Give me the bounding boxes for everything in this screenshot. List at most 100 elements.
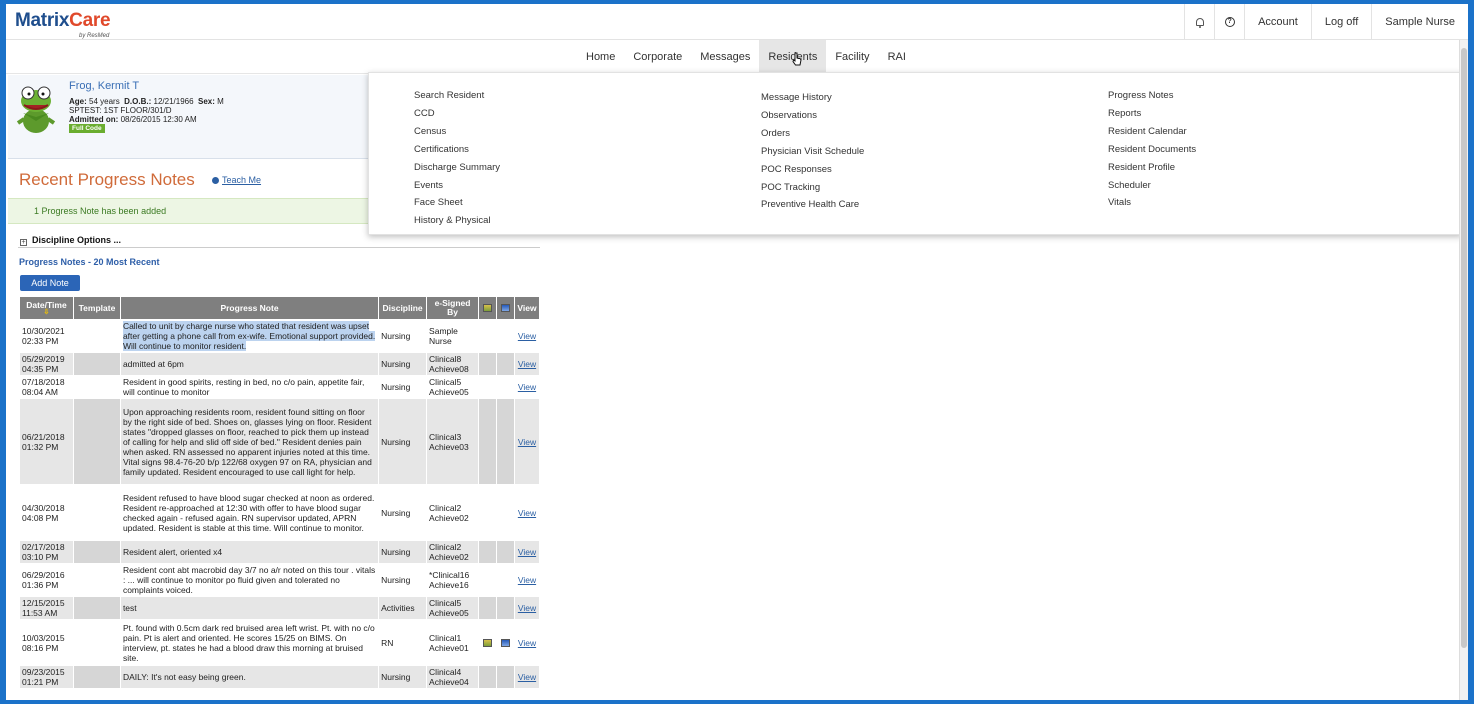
table-row[interactable]: 12/15/2015 11:53 AM test Activities Clinical…: [19, 596, 541, 620]
menu-item-reports[interactable]: Reports: [1108, 108, 1141, 119]
page-title: Recent Progress Notes: [19, 170, 195, 189]
cell-template: [72, 596, 121, 620]
table-row[interactable]: 05/29/2019 04:35 PM admitted at 6pm Nursing…: [19, 352, 541, 376]
menu-item-vitals[interactable]: Vitals: [1108, 197, 1131, 208]
sort-arrow-icon: ⇩: [43, 308, 50, 316]
cell-date: 06/21/2018 01:32 PM: [19, 398, 74, 485]
menu-item-scheduler[interactable]: Scheduler: [1108, 180, 1151, 191]
menu-item-physician-visit-schedule[interactable]: Physician Visit Schedule: [761, 146, 864, 157]
menu-item-resident-profile[interactable]: Resident Profile: [1108, 162, 1175, 173]
nav-tab-corporate[interactable]: Corporate: [624, 40, 691, 74]
col-header-template[interactable]: Template: [72, 296, 121, 320]
view-link[interactable]: View: [518, 331, 536, 341]
view-link[interactable]: View: [518, 382, 536, 392]
menu-item-message-history[interactable]: Message History: [761, 92, 832, 103]
help-icon: ?: [1224, 17, 1235, 27]
logoff-link[interactable]: Log off: [1310, 4, 1371, 40]
progress-notes-table: Date/Time ⇩ Template Progress Note Discip…: [19, 296, 541, 689]
table-row[interactable]: 04/30/2018 04:08 PM Resident refused to ha…: [19, 484, 541, 541]
menu-item-progress-notes[interactable]: Progress Notes: [1108, 90, 1173, 101]
col-header-note[interactable]: Progress Note: [119, 296, 380, 320]
cell-flag-blue: [495, 540, 515, 564]
vertical-scrollbar[interactable]: [1459, 40, 1468, 700]
table-row[interactable]: 06/29/2016 01:36 PM Resident cont abt macr…: [19, 563, 541, 597]
table-row[interactable]: 02/17/2018 03:10 PM Resident alert, orient…: [19, 540, 541, 564]
view-link[interactable]: View: [518, 672, 536, 682]
cell-discipline: Nursing: [378, 665, 428, 689]
menu-item-history-physical[interactable]: History & Physical: [414, 215, 491, 226]
cell-discipline: Activities: [378, 596, 428, 620]
menu-item-poc-tracking[interactable]: POC Tracking: [761, 182, 820, 193]
menu-item-preventive-health-care[interactable]: Preventive Health Care: [761, 199, 859, 210]
table-row[interactable]: 07/18/2018 08:04 AM Resident in good spiri…: [19, 375, 541, 399]
cell-flag-blue: [495, 375, 515, 399]
view-link[interactable]: View: [518, 547, 536, 557]
view-link[interactable]: View: [518, 437, 536, 447]
col-header-signed[interactable]: e-Signed By: [426, 296, 480, 320]
menu-item-face-sheet[interactable]: Face Sheet: [414, 197, 463, 208]
menu-item-poc-responses[interactable]: POC Responses: [761, 164, 832, 175]
teach-me-link[interactable]: Teach Me: [212, 175, 261, 185]
residents-dropdown-menu: Search Resident CCD Census Certifications Di…: [368, 72, 1462, 235]
menu-item-census[interactable]: Census: [414, 126, 446, 137]
menu-item-resident-documents[interactable]: Resident Documents: [1108, 144, 1196, 155]
expand-icon: +: [20, 239, 27, 246]
nav-tab-facility[interactable]: Facility: [826, 40, 878, 74]
matrixcare-logo[interactable]: MatrixCare by ResMed: [15, 10, 111, 39]
cell-template: [72, 375, 121, 399]
cell-signed: Clinical3 Achieve03: [426, 398, 480, 485]
view-link[interactable]: View: [518, 603, 536, 613]
blue-flag-icon[interactable]: [500, 639, 510, 648]
nav-tab-home[interactable]: Home: [577, 40, 624, 74]
cell-template: [72, 484, 121, 541]
resident-name[interactable]: Frog, Kermit T: [69, 80, 139, 92]
cell-template: [72, 319, 121, 353]
view-link[interactable]: View: [518, 359, 536, 369]
info-icon: [212, 177, 219, 184]
account-link[interactable]: Account: [1244, 4, 1311, 40]
discipline-options-toggle[interactable]: + Discipline Options ...: [20, 235, 121, 246]
view-link[interactable]: View: [518, 575, 536, 585]
add-note-button[interactable]: Add Note: [20, 275, 80, 291]
table-row[interactable]: 10/30/2021 02:33 PM Called to unit by char…: [19, 319, 541, 353]
menu-item-discharge-summary[interactable]: Discharge Summary: [414, 162, 500, 173]
table-row[interactable]: 06/21/2018 01:32 PM Upon approaching resid…: [19, 398, 541, 485]
table-row[interactable]: 10/03/2015 08:16 PM Pt. found with 0.5cm d…: [19, 619, 541, 666]
view-link[interactable]: View: [518, 638, 536, 648]
note-flag-icon[interactable]: [483, 639, 492, 648]
help-button[interactable]: ?: [1214, 4, 1244, 40]
note-flag-icon: [483, 304, 492, 313]
cell-template: [72, 540, 121, 564]
cell-template: [72, 352, 121, 376]
cell-view: View: [513, 484, 541, 541]
col-header-date[interactable]: Date/Time ⇩: [19, 296, 74, 320]
cell-flag-blue: [495, 665, 515, 689]
menu-item-observations[interactable]: Observations: [761, 110, 817, 121]
cell-discipline: Nursing: [378, 540, 428, 564]
cell-discipline: Nursing: [378, 484, 428, 541]
nav-tab-messages[interactable]: Messages: [691, 40, 759, 74]
user-name[interactable]: Sample Nurse: [1371, 4, 1468, 40]
menu-item-certifications[interactable]: Certifications: [414, 144, 469, 155]
cell-discipline: Nursing: [378, 319, 428, 353]
notifications-button[interactable]: [1184, 4, 1214, 40]
menu-item-orders[interactable]: Orders: [761, 128, 790, 139]
cell-flag-blue: [495, 352, 515, 376]
resident-demographics: Age: 54 years D.O.B.: 12/21/1966 Sex: M: [69, 97, 224, 106]
view-link[interactable]: View: [518, 508, 536, 518]
scrollbar-thumb[interactable]: [1461, 48, 1467, 648]
table-row[interactable]: 09/23/2015 01:21 PM DAILY: It's not easy b…: [19, 665, 541, 689]
menu-item-search-resident[interactable]: Search Resident: [414, 90, 484, 101]
cell-signed: Clinical5 Achieve05: [426, 375, 480, 399]
cell-flag-note: [478, 375, 497, 399]
cell-flag-note: [478, 563, 497, 597]
cell-date: 10/30/2021 02:33 PM: [19, 319, 74, 353]
nav-tab-rai[interactable]: RAI: [879, 40, 915, 74]
menu-item-ccd[interactable]: CCD: [414, 108, 435, 119]
cell-note: Pt. found with 0.5cm dark red bruised ar…: [119, 619, 380, 666]
cell-discipline: RN: [378, 619, 428, 666]
col-header-discipline[interactable]: Discipline: [378, 296, 428, 320]
menu-item-resident-calendar[interactable]: Resident Calendar: [1108, 126, 1187, 137]
menu-item-events[interactable]: Events: [414, 180, 443, 191]
cell-flag-note: [478, 540, 497, 564]
